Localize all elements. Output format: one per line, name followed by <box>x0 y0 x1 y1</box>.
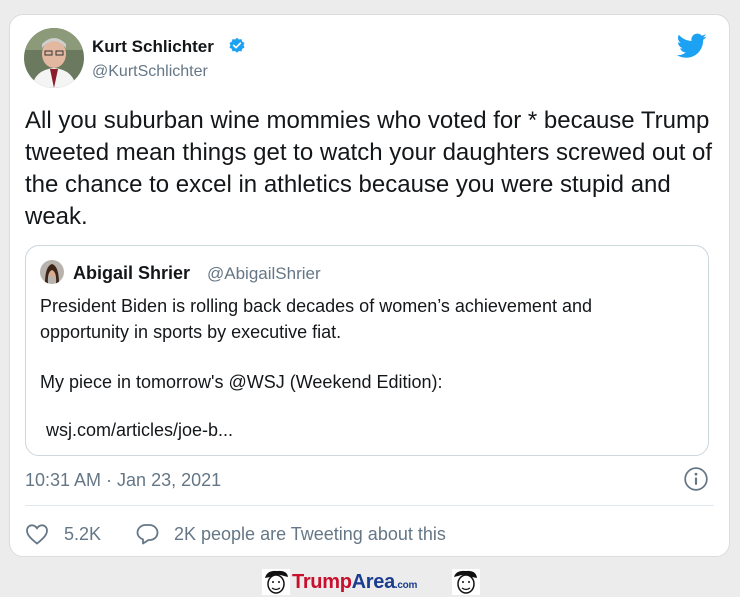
quoted-paragraph-2: My piece in tomorrow's @WSJ (Weekend Edi… <box>40 372 443 392</box>
author-name[interactable]: Kurt Schlichter <box>92 37 214 57</box>
quoted-tweet-text: President Biden is rolling back decades … <box>40 293 680 395</box>
tweet-card: Kurt Schlichter @KurtSchlichter All you … <box>9 14 730 557</box>
site-watermark: TrumpArea.com <box>262 569 482 597</box>
author-avatar-image <box>24 28 84 88</box>
quoted-paragraph-1: President Biden is rolling back decades … <box>40 296 592 342</box>
cartoon-face-icon <box>452 569 480 595</box>
discussion-link[interactable]: 2K people are Tweeting about this <box>174 524 446 545</box>
logo-com-text: .com <box>394 580 418 591</box>
divider <box>25 505 714 506</box>
twitter-bird-icon[interactable] <box>677 33 707 59</box>
author-avatar[interactable] <box>24 28 84 88</box>
quoted-author-avatar[interactable] <box>40 260 64 284</box>
quoted-link[interactable]: wsj.com/articles/joe-b... <box>46 420 233 441</box>
heart-icon[interactable] <box>25 523 49 545</box>
verified-badge-icon <box>229 37 245 53</box>
likes-count[interactable]: 5.2K <box>64 524 101 545</box>
trumparea-logo: TrumpArea.com <box>292 571 417 594</box>
quoted-author-name[interactable]: Abigail Shrier <box>73 263 190 284</box>
logo-trump-text: Trump <box>292 571 352 593</box>
quoted-avatar-image <box>40 260 64 284</box>
cartoon-face-icon <box>262 569 290 595</box>
tweet-text: All you suburban wine mommies who voted … <box>25 107 713 230</box>
quoted-tweet[interactable]: Abigail Shrier @AbigailShrier President … <box>25 245 709 456</box>
quoted-author-handle[interactable]: @AbigailShrier <box>207 264 321 284</box>
author-handle[interactable]: @KurtSchlichter <box>92 63 208 81</box>
logo-area-text: Area <box>351 571 396 593</box>
info-icon[interactable] <box>683 466 709 492</box>
tweet-timestamp[interactable]: 10:31 AM · Jan 23, 2021 <box>25 470 221 491</box>
reply-bubble-icon[interactable] <box>135 522 160 546</box>
